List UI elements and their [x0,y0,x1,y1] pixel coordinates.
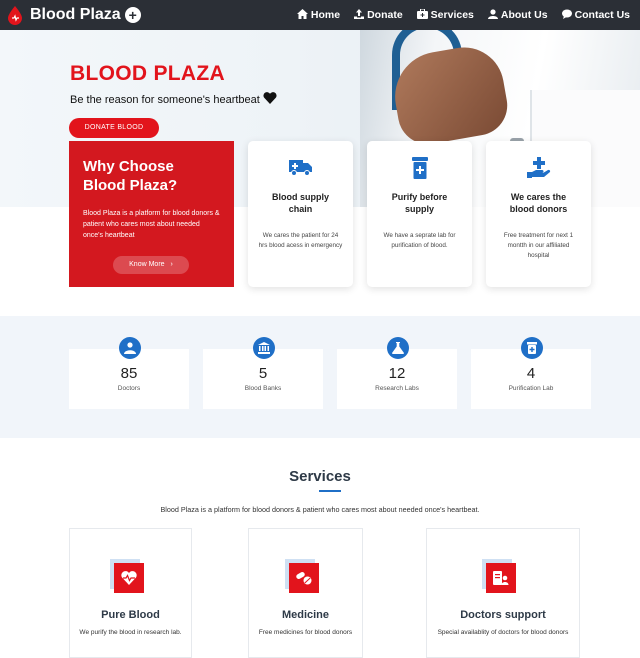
plus-icon: + [124,7,141,23]
service-title: Pure Blood [101,609,160,621]
heartbeat-icon [113,563,144,593]
user-icon [487,8,498,22]
why-choose-text: Blood Plaza is a platform for blood dono… [83,210,220,239]
nav-contact-label: Contact Us [574,9,630,21]
nav-contact[interactable]: Contact Us [561,9,630,22]
stat-blood-banks: 5 Blood Banks [203,337,323,409]
service-desc: We purify the blood in research lab. [79,629,182,636]
feature-card-donor-care: We cares the blood donors Free treatment… [486,141,591,287]
feature-desc: We have a seprate lab for purification o… [383,232,456,249]
nav-donate-label: Donate [367,9,403,21]
brand[interactable]: Blood Plaza + [6,5,141,25]
nav-home-label: Home [310,9,341,21]
service-desc: Special availablity of doctors for blood… [437,629,569,636]
service-desc: Free medicines for blood donors [258,629,353,636]
nav-donate[interactable]: Donate [354,8,403,22]
why-choose-card: Why Choose Blood Plaza? Blood Plaza is a… [69,141,234,287]
services-desc: Blood Plaza is a platform for blood dono… [160,505,480,514]
feature-card-supply-chain: Blood supply chain We cares the patient … [248,141,353,287]
bottle-icon [521,337,543,359]
main-nav: Home Donate Services About Us Contact Us [296,0,630,30]
stats-section: 85 Doctors 5 Blood Banks 12 Research Lab… [0,316,640,438]
feature-title: Blood supply chain [272,192,329,214]
upload-icon [354,8,365,22]
stat-label: Research Labs [375,385,419,392]
stat-purification-lab: 4 Purification Lab [471,337,591,409]
nav-home[interactable]: Home [296,8,341,22]
service-card-pure-blood[interactable]: Pure Blood We purify the blood in resear… [69,528,192,658]
medkit-icon [416,8,428,22]
flask-icon [387,337,409,359]
chat-icon [561,9,572,22]
feature-desc: Free treatment for next 1 montth in our … [503,232,574,259]
brand-name: Blood Plaza [30,6,121,23]
hero-subtitle-text: Be the reason for someone's heartbeat [70,93,260,106]
nav-about-label: About Us [500,9,548,21]
stat-doctors: 85 Doctors [69,337,189,409]
stat-value: 5 [258,365,268,382]
feature-title: We cares the blood donors [509,192,568,214]
service-card-doctors-support[interactable]: Doctors support Special availablity of d… [426,528,580,658]
service-icon-wrap [284,559,323,597]
know-more-button[interactable]: Know More › [113,256,189,274]
home-icon [296,8,308,22]
top-navbar: Blood Plaza + Home Donate Services About… [0,0,640,30]
nav-services-label: Services [430,9,474,21]
doctor-support-icon [486,563,516,593]
doctor-icon [119,337,141,359]
hero-subtitle: Be the reason for someone's heartbeat [70,92,277,107]
stat-label: Doctors [117,385,141,392]
feature-title: Purify before supply [391,192,448,214]
heart-icon [263,92,277,107]
chevron-right-icon: › [170,261,173,268]
ambulance-icon [248,157,353,181]
hand-holding-medical-icon [486,157,591,181]
service-icon-wrap [109,559,148,597]
feature-desc: We cares the patient for 24 hrs blood ac… [258,232,343,249]
blood-drop-icon [6,5,24,25]
stat-value: 4 [526,365,536,382]
service-title: Doctors support [460,609,546,621]
stat-value: 12 [388,365,406,382]
stat-research-labs: 12 Research Labs [337,337,457,409]
bank-icon [253,337,275,359]
pills-icon [288,563,319,593]
prescription-bottle-icon [367,157,472,181]
nav-about[interactable]: About Us [487,8,548,22]
service-card-medicine[interactable]: Medicine Free medicines for blood donors [248,528,363,658]
service-icon-wrap [482,559,520,597]
why-choose-title: Why Choose Blood Plaza? [83,158,178,194]
stat-label: Blood Banks [244,385,282,392]
services-underline [319,490,341,492]
services-title: Services [289,468,351,485]
service-title: Medicine [281,609,330,621]
donate-blood-button[interactable]: DONATE BLOOD [69,118,159,138]
feature-card-purify: Purify before supply We have a seprate l… [367,141,472,287]
know-more-label: Know More [129,261,165,268]
hero-title: BLOOD PLAZA [70,62,225,85]
nav-services[interactable]: Services [416,8,474,22]
stat-label: Purification Lab [508,385,554,392]
stat-value: 85 [120,365,138,382]
